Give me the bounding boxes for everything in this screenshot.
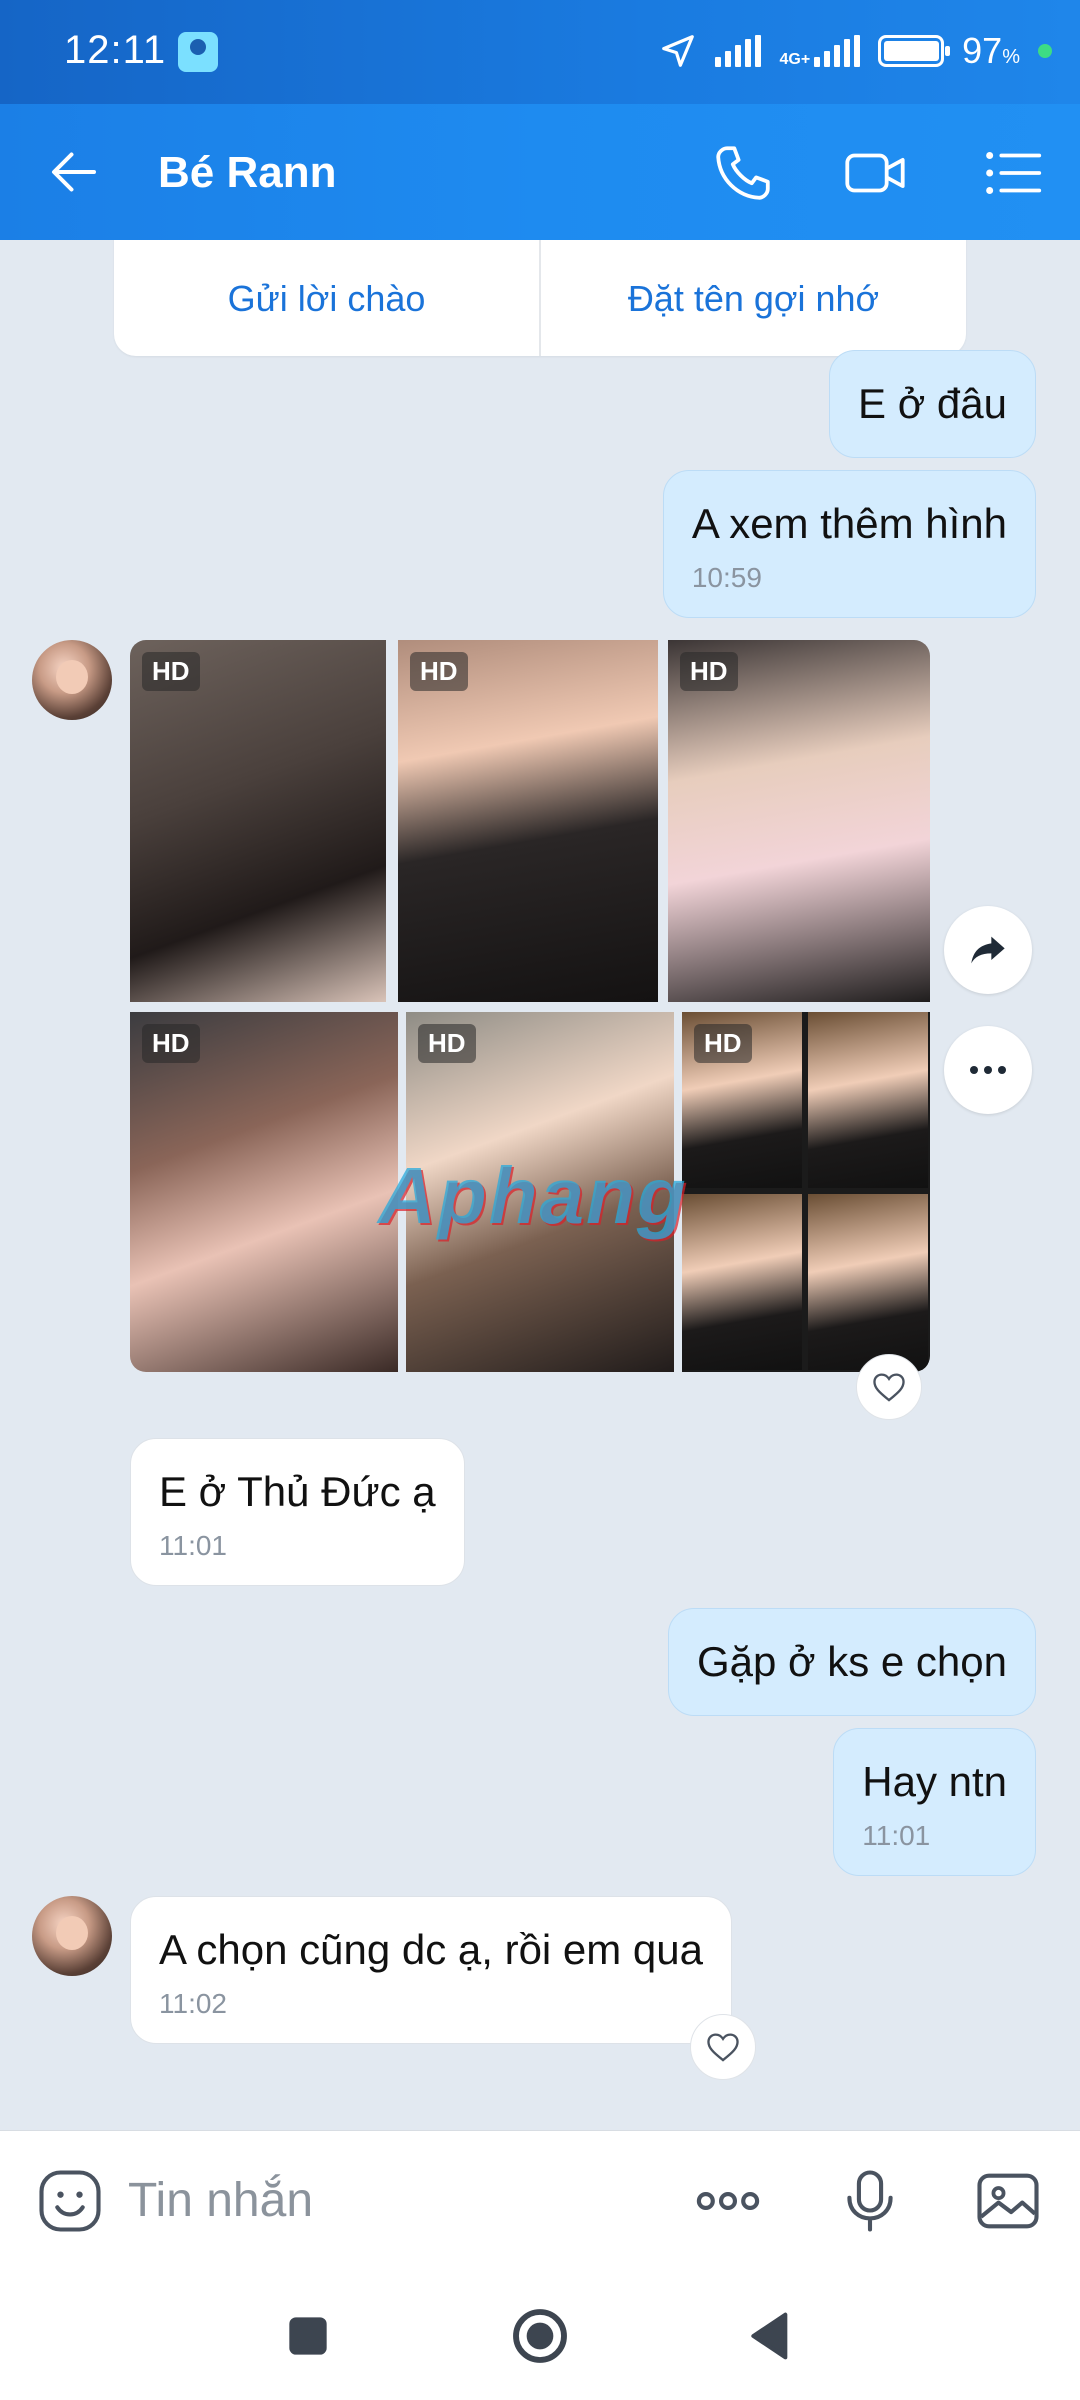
chat-area[interactable]: Gửi lời chào Đặt tên gợi nhớ E ở đâu A x… bbox=[0, 240, 1080, 2130]
signal-icon bbox=[715, 35, 762, 67]
heart-icon bbox=[707, 2033, 739, 2062]
share-forward-button[interactable] bbox=[944, 906, 1032, 994]
forward-icon bbox=[971, 936, 1005, 964]
contact-avatar[interactable] bbox=[32, 640, 112, 720]
watermark-logo: Aphang bbox=[378, 1151, 688, 1240]
more-options-icon[interactable] bbox=[690, 2163, 766, 2239]
message-text: A xem thêm hình bbox=[691, 500, 1007, 547]
contact-avatar[interactable] bbox=[32, 1896, 112, 1976]
privacy-indicator-icon bbox=[1038, 44, 1052, 58]
react-heart-button[interactable] bbox=[690, 2014, 756, 2080]
set-nickname-button[interactable]: Đặt tên gợi nhớ bbox=[541, 240, 966, 356]
status-time: 12:11 bbox=[64, 28, 167, 72]
message-input-bar: Tin nhắn bbox=[0, 2130, 1080, 2270]
status-icons: 4G+ 97% bbox=[659, 26, 1052, 76]
send-greeting-button[interactable]: Gửi lời chào bbox=[114, 240, 539, 356]
photo-album[interactable]: HD HD HD HD HD HD bbox=[130, 640, 930, 1372]
back-nav-icon[interactable] bbox=[740, 2304, 804, 2368]
sticker-emoji-icon[interactable] bbox=[32, 2163, 108, 2239]
message-bubble-outgoing[interactable]: Hay ntn 11:01 bbox=[833, 1728, 1036, 1876]
hd-badge: HD bbox=[142, 652, 200, 691]
menu-list-icon[interactable] bbox=[978, 138, 1048, 208]
video-call-icon[interactable] bbox=[840, 138, 910, 208]
message-bubble-incoming[interactable]: A chọn cũng dc ạ, rồi em qua 11:02 bbox=[130, 1896, 733, 2044]
message-time: 11:01 bbox=[159, 1530, 227, 1561]
hd-badge: HD bbox=[418, 1024, 476, 1063]
photo-thumbnail[interactable]: HD bbox=[130, 1012, 398, 1372]
network-type: 4G+ bbox=[779, 51, 811, 68]
notification-app-icon bbox=[178, 32, 218, 72]
message-bubble-incoming[interactable]: E ở Thủ Đức ạ 11:01 bbox=[130, 1438, 465, 1586]
react-heart-button[interactable] bbox=[856, 1354, 922, 1420]
battery-icon bbox=[878, 35, 951, 67]
more-horizontal-icon bbox=[970, 1066, 1006, 1074]
voice-microphone-icon[interactable] bbox=[832, 2163, 908, 2239]
back-arrow-icon[interactable] bbox=[44, 142, 104, 202]
hd-badge: HD bbox=[410, 652, 468, 691]
battery-percent: 97% bbox=[962, 30, 1020, 71]
message-bubble-outgoing[interactable]: E ở đâu bbox=[829, 350, 1036, 458]
contact-action-card: Gửi lời chào Đặt tên gợi nhớ bbox=[114, 240, 966, 356]
message-text: Hay ntn bbox=[862, 1758, 1007, 1805]
photo-thumbnail[interactable]: HD bbox=[668, 640, 930, 1002]
phone-icon[interactable] bbox=[708, 138, 778, 208]
message-time: 10:59 bbox=[691, 562, 762, 593]
hd-badge: HD bbox=[680, 652, 738, 691]
message-input[interactable]: Tin nhắn bbox=[128, 2173, 313, 2228]
more-options-button[interactable] bbox=[944, 1026, 1032, 1114]
message-text: E ở đâu bbox=[858, 380, 1007, 427]
message-time: 11:01 bbox=[862, 1820, 931, 1851]
hd-badge: HD bbox=[142, 1024, 200, 1063]
message-text: Gặp ở ks e chọn bbox=[696, 1638, 1007, 1685]
message-text: E ở Thủ Đức ạ bbox=[159, 1468, 436, 1515]
recent-apps-icon[interactable] bbox=[276, 2304, 340, 2368]
heart-icon bbox=[873, 1373, 905, 1402]
system-navigation-bar bbox=[0, 2270, 1080, 2400]
photo-thumbnail[interactable]: HD bbox=[398, 640, 658, 1002]
message-bubble-outgoing[interactable]: A xem thêm hình 10:59 bbox=[662, 470, 1036, 618]
home-icon[interactable] bbox=[508, 2304, 572, 2368]
hd-badge: HD bbox=[694, 1024, 752, 1063]
location-icon bbox=[662, 35, 695, 67]
signal-2-icon bbox=[814, 35, 861, 67]
message-time: 11:02 bbox=[159, 1988, 227, 2019]
chat-header: Bé Rann bbox=[0, 104, 1080, 240]
gallery-image-icon[interactable] bbox=[970, 2163, 1046, 2239]
message-text: A chọn cũng dc ạ, rồi em qua bbox=[159, 1926, 704, 1973]
chat-title[interactable]: Bé Rann bbox=[158, 148, 336, 198]
photo-thumbnail[interactable]: HD bbox=[130, 640, 386, 1002]
message-bubble-outgoing[interactable]: Gặp ở ks e chọn bbox=[667, 1608, 1036, 1716]
photo-thumbnail[interactable]: HD bbox=[682, 1012, 930, 1372]
status-bar: 12:11 4G+ 97% bbox=[0, 0, 1080, 104]
